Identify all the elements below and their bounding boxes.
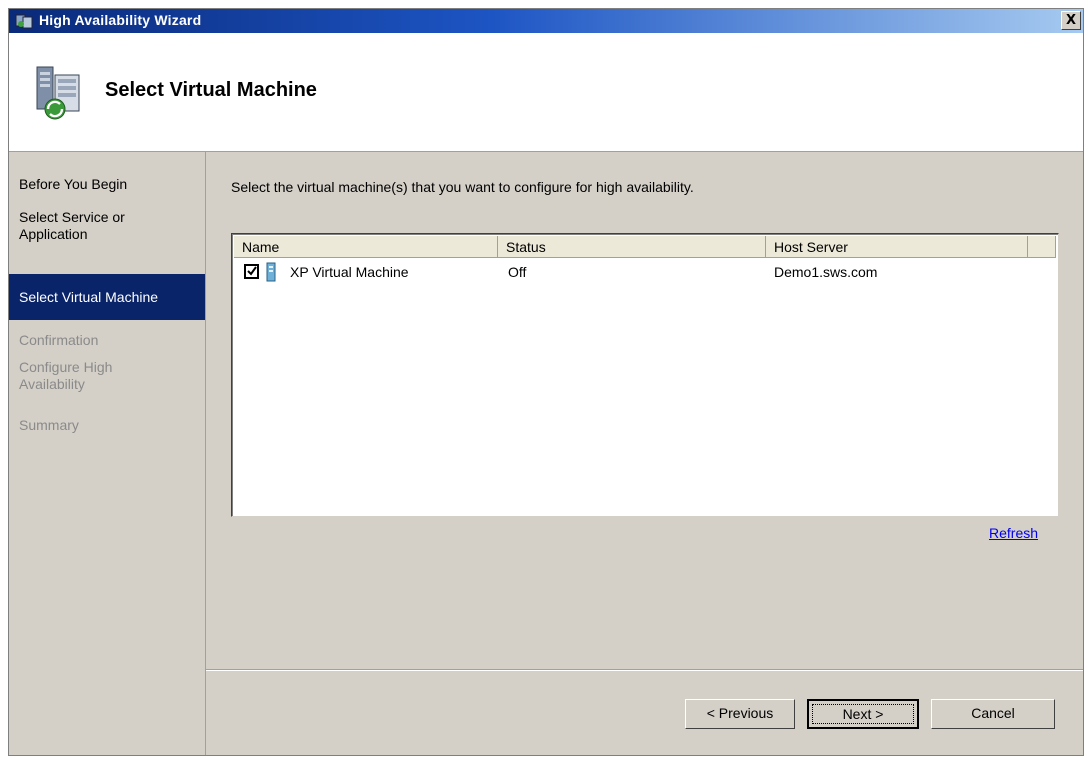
virtual-machine-list[interactable]: Name Status Host Server XP Virtual Machi… — [231, 233, 1059, 517]
cluster-wizard-icon — [15, 13, 33, 29]
column-header-status[interactable]: Status — [498, 236, 766, 258]
checkmark-icon — [247, 266, 257, 276]
nav-step-confirmation: Confirmation — [19, 332, 99, 348]
vm-status-cell: Off — [508, 264, 527, 280]
wizard-header: Select Virtual Machine — [9, 33, 1083, 152]
vm-select-checkbox[interactable] — [244, 264, 259, 279]
title-bar[interactable]: High Availability Wizard X — [9, 9, 1083, 33]
nav-step-select-virtual-machine[interactable]: Select Virtual Machine — [9, 274, 205, 320]
nav-step-before-you-begin[interactable]: Before You Begin — [9, 176, 205, 193]
column-header-name[interactable]: Name — [234, 236, 498, 258]
refresh-link[interactable]: Refresh — [989, 525, 1038, 541]
vm-host-cell: Demo1.sws.com — [774, 264, 878, 280]
previous-button[interactable]: < Previous — [685, 699, 795, 729]
vm-name-cell: XP Virtual Machine — [290, 264, 409, 280]
column-header-filler — [1028, 236, 1056, 258]
nav-step-summary: Summary — [19, 417, 79, 433]
footer-separator — [206, 669, 1083, 671]
table-row[interactable]: XP Virtual Machine Off Demo1.sws.com — [234, 262, 1056, 286]
nav-step-select-service[interactable]: Select Service or Application — [9, 209, 179, 243]
wizard-window: High Availability Wizard X Select Virtua… — [8, 8, 1084, 756]
cancel-button[interactable]: Cancel — [931, 699, 1055, 729]
window-title: High Availability Wizard — [39, 12, 202, 28]
close-icon: X — [1065, 13, 1077, 28]
list-header: Name Status Host Server — [234, 236, 1056, 258]
virtual-machine-icon — [266, 262, 276, 282]
page-title: Select Virtual Machine — [105, 79, 317, 101]
server-cluster-icon — [35, 63, 85, 125]
instruction-text: Select the virtual machine(s) that you w… — [231, 179, 694, 195]
nav-step-configure-ha: Configure High Availability — [19, 359, 113, 392]
column-header-host-server[interactable]: Host Server — [766, 236, 1028, 258]
next-button-label: Next > — [812, 704, 914, 724]
close-button[interactable]: X — [1061, 11, 1081, 30]
wizard-steps-nav: Before You Begin Select Service or Appli… — [9, 152, 206, 755]
next-button[interactable]: Next > — [807, 699, 919, 729]
